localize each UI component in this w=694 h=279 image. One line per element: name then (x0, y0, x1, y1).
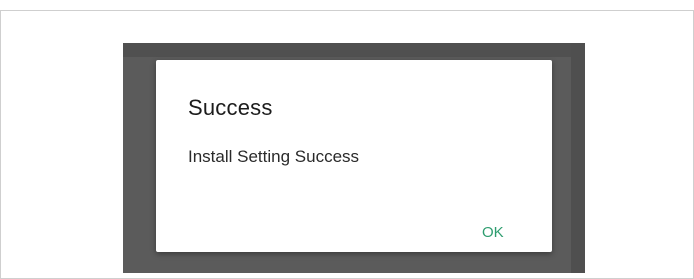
ok-button[interactable]: OK (474, 220, 512, 245)
dimmed-background-edge (571, 43, 585, 273)
device-screen: Success Install Setting Success OK (123, 43, 585, 273)
success-dialog: Success Install Setting Success OK (156, 60, 552, 252)
dimmed-background-strip (123, 43, 585, 57)
dialog-title: Success (188, 95, 273, 120)
dialog-message: Install Setting Success (188, 147, 360, 166)
screenshot-frame: Success Install Setting Success OK (0, 10, 694, 279)
